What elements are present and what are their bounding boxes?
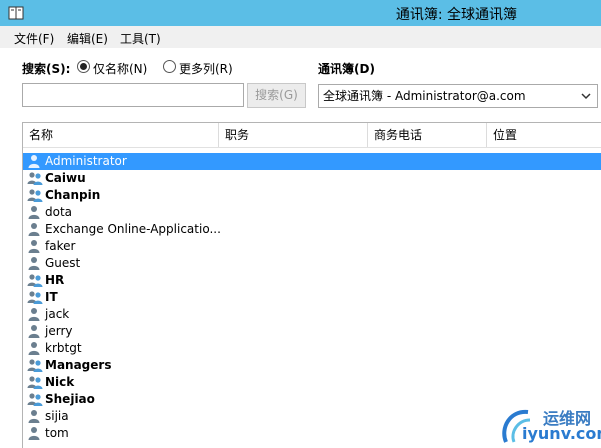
radio-more-columns-label[interactable]: 更多列(R) [179, 60, 233, 77]
list-item-name: Nick [45, 375, 75, 389]
menu-tools[interactable]: 工具(T) [120, 30, 161, 47]
list-item[interactable]: Administrator [23, 153, 601, 170]
column-header-title[interactable]: 职务 [219, 123, 368, 147]
list-item-name: Administrator [45, 154, 127, 168]
address-book-label: 通讯簿(D) [318, 62, 375, 76]
search-button[interactable]: 搜索(G) [247, 83, 306, 108]
group-icon [27, 189, 43, 202]
list-item-name: Caiwu [45, 171, 86, 185]
list-item-name: sijia [45, 409, 69, 423]
radio-more-columns[interactable] [163, 60, 176, 73]
menu-file[interactable]: 文件(F) [14, 30, 54, 47]
user-icon [28, 155, 40, 168]
list-item-name: Guest [45, 256, 81, 270]
group-icon [27, 393, 43, 406]
column-header-location[interactable]: 位置 [487, 123, 601, 147]
user-icon [28, 342, 40, 355]
list-item-name: Exchange Online-Applicatio... [45, 222, 221, 236]
list-item-name: jack [45, 307, 70, 321]
list-item-name: Chanpin [45, 188, 101, 202]
chevron-down-icon [581, 93, 591, 100]
search-label: 搜索(S): [22, 62, 71, 76]
list-item-name: faker [45, 239, 76, 253]
group-icon [27, 274, 43, 287]
column-header-name[interactable]: 名称 [23, 123, 219, 147]
user-icon [28, 206, 40, 219]
user-icon [28, 223, 40, 236]
list-item-name: Shejiao [45, 392, 95, 406]
list-item[interactable]: Managers [23, 357, 601, 374]
radio-name-only[interactable] [77, 60, 90, 73]
list-item[interactable]: Exchange Online-Applicatio... [23, 221, 601, 238]
group-icon [27, 291, 43, 304]
address-book-select[interactable]: 全球通讯簿 - Administrator@a.com [318, 84, 598, 108]
list-item-name: Managers [45, 358, 112, 372]
group-icon [27, 172, 43, 185]
list-item[interactable]: jerry [23, 323, 601, 340]
list-item-name: jerry [45, 324, 73, 338]
search-input[interactable] [22, 83, 244, 107]
list-item[interactable]: dota [23, 204, 601, 221]
list-item[interactable]: faker [23, 238, 601, 255]
group-icon [27, 376, 43, 389]
title-bar: 通讯簿: 全球通讯簿 [0, 0, 601, 26]
list-item-name: HR [45, 273, 65, 287]
group-icon [27, 359, 43, 372]
address-book-icon [8, 6, 24, 20]
user-icon [28, 257, 40, 270]
watermark-en: iyunv.com [522, 424, 601, 443]
list-item-name: dota [45, 205, 73, 219]
menu-bar: 文件(F) 编辑(E) 工具(T) [0, 26, 601, 48]
header-divider [23, 147, 601, 148]
user-icon [28, 410, 40, 423]
user-icon [28, 308, 40, 321]
window-title: 通讯簿: 全球通讯簿 [395, 7, 517, 23]
list-item[interactable]: Guest [23, 255, 601, 272]
radio-name-only-label[interactable]: 仅名称(N) [93, 60, 147, 77]
list-item[interactable]: HR [23, 272, 601, 289]
list-item[interactable]: Nick [23, 374, 601, 391]
list-item-name: IT [45, 290, 58, 304]
list-item-name: krbtgt [45, 341, 82, 355]
list-item[interactable]: IT [23, 289, 601, 306]
list-item[interactable]: Chanpin [23, 187, 601, 204]
user-icon [28, 240, 40, 253]
list-item[interactable]: jack [23, 306, 601, 323]
list-item[interactable]: krbtgt [23, 340, 601, 357]
user-icon [28, 427, 40, 440]
list-item-name: tom [45, 426, 69, 440]
user-icon [28, 325, 40, 338]
column-header-phone[interactable]: 商务电话 [368, 123, 487, 147]
list-item[interactable]: Caiwu [23, 170, 601, 187]
address-book-selected: 全球通讯簿 - Administrator@a.com [323, 89, 526, 103]
menu-edit[interactable]: 编辑(E) [67, 30, 108, 47]
